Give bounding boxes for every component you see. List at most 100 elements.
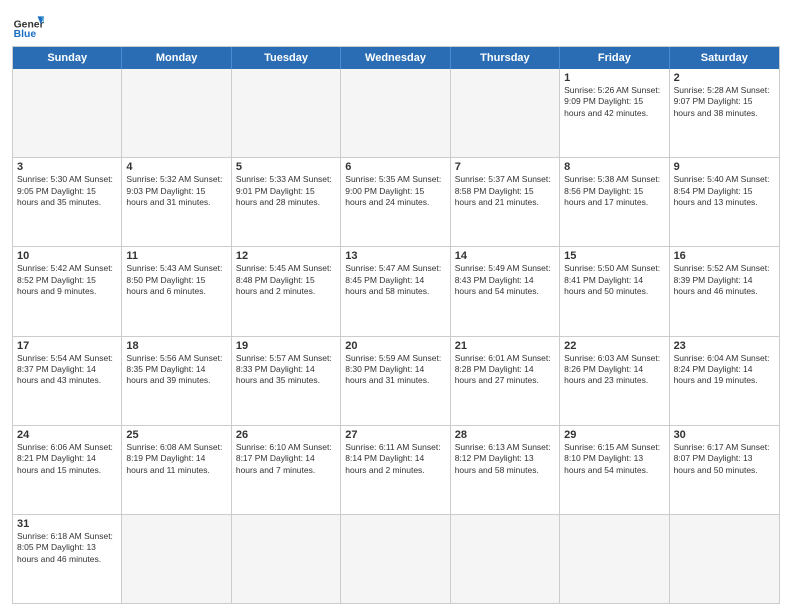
calendar-cell: 15Sunrise: 5:50 AM Sunset: 8:41 PM Dayli… bbox=[560, 247, 669, 335]
day-number: 1 bbox=[564, 72, 664, 84]
day-info: Sunrise: 6:18 AM Sunset: 8:05 PM Dayligh… bbox=[17, 531, 117, 565]
calendar-row-0: 1Sunrise: 5:26 AM Sunset: 9:09 PM Daylig… bbox=[13, 69, 779, 157]
day-number: 15 bbox=[564, 250, 664, 262]
calendar-row-1: 3Sunrise: 5:30 AM Sunset: 9:05 PM Daylig… bbox=[13, 157, 779, 246]
day-number: 11 bbox=[126, 250, 226, 262]
header-cell-tuesday: Tuesday bbox=[232, 47, 341, 69]
day-number: 3 bbox=[17, 161, 117, 173]
calendar-cell bbox=[451, 69, 560, 157]
page: General Blue SundayMondayTuesdayWednesda… bbox=[0, 0, 792, 612]
day-number: 5 bbox=[236, 161, 336, 173]
calendar-cell: 8Sunrise: 5:38 AM Sunset: 8:56 PM Daylig… bbox=[560, 158, 669, 246]
day-info: Sunrise: 6:04 AM Sunset: 8:24 PM Dayligh… bbox=[674, 353, 775, 387]
calendar-cell bbox=[232, 515, 341, 603]
day-info: Sunrise: 6:10 AM Sunset: 8:17 PM Dayligh… bbox=[236, 442, 336, 476]
header: General Blue bbox=[12, 10, 780, 42]
day-info: Sunrise: 5:56 AM Sunset: 8:35 PM Dayligh… bbox=[126, 353, 226, 387]
day-info: Sunrise: 5:54 AM Sunset: 8:37 PM Dayligh… bbox=[17, 353, 117, 387]
calendar-cell: 7Sunrise: 5:37 AM Sunset: 8:58 PM Daylig… bbox=[451, 158, 560, 246]
calendar-cell: 31Sunrise: 6:18 AM Sunset: 8:05 PM Dayli… bbox=[13, 515, 122, 603]
calendar-row-3: 17Sunrise: 5:54 AM Sunset: 8:37 PM Dayli… bbox=[13, 336, 779, 425]
day-number: 8 bbox=[564, 161, 664, 173]
calendar-row-4: 24Sunrise: 6:06 AM Sunset: 8:21 PM Dayli… bbox=[13, 425, 779, 514]
day-info: Sunrise: 5:30 AM Sunset: 9:05 PM Dayligh… bbox=[17, 174, 117, 208]
day-info: Sunrise: 5:50 AM Sunset: 8:41 PM Dayligh… bbox=[564, 263, 664, 297]
day-number: 6 bbox=[345, 161, 445, 173]
day-number: 28 bbox=[455, 429, 555, 441]
day-info: Sunrise: 5:47 AM Sunset: 8:45 PM Dayligh… bbox=[345, 263, 445, 297]
calendar-cell: 29Sunrise: 6:15 AM Sunset: 8:10 PM Dayli… bbox=[560, 426, 669, 514]
day-number: 19 bbox=[236, 340, 336, 352]
logo: General Blue bbox=[12, 10, 48, 42]
calendar-cell: 27Sunrise: 6:11 AM Sunset: 8:14 PM Dayli… bbox=[341, 426, 450, 514]
day-number: 24 bbox=[17, 429, 117, 441]
calendar-cell: 25Sunrise: 6:08 AM Sunset: 8:19 PM Dayli… bbox=[122, 426, 231, 514]
calendar-cell: 14Sunrise: 5:49 AM Sunset: 8:43 PM Dayli… bbox=[451, 247, 560, 335]
day-number: 18 bbox=[126, 340, 226, 352]
day-number: 30 bbox=[674, 429, 775, 441]
calendar-cell bbox=[122, 69, 231, 157]
day-info: Sunrise: 5:38 AM Sunset: 8:56 PM Dayligh… bbox=[564, 174, 664, 208]
day-info: Sunrise: 5:42 AM Sunset: 8:52 PM Dayligh… bbox=[17, 263, 117, 297]
header-cell-saturday: Saturday bbox=[670, 47, 779, 69]
day-info: Sunrise: 5:49 AM Sunset: 8:43 PM Dayligh… bbox=[455, 263, 555, 297]
day-number: 17 bbox=[17, 340, 117, 352]
calendar: SundayMondayTuesdayWednesdayThursdayFrid… bbox=[12, 46, 780, 604]
day-info: Sunrise: 6:03 AM Sunset: 8:26 PM Dayligh… bbox=[564, 353, 664, 387]
calendar-cell: 5Sunrise: 5:33 AM Sunset: 9:01 PM Daylig… bbox=[232, 158, 341, 246]
day-number: 27 bbox=[345, 429, 445, 441]
day-number: 23 bbox=[674, 340, 775, 352]
calendar-cell: 2Sunrise: 5:28 AM Sunset: 9:07 PM Daylig… bbox=[670, 69, 779, 157]
calendar-cell: 12Sunrise: 5:45 AM Sunset: 8:48 PM Dayli… bbox=[232, 247, 341, 335]
day-info: Sunrise: 5:52 AM Sunset: 8:39 PM Dayligh… bbox=[674, 263, 775, 297]
calendar-cell: 13Sunrise: 5:47 AM Sunset: 8:45 PM Dayli… bbox=[341, 247, 450, 335]
calendar-cell: 3Sunrise: 5:30 AM Sunset: 9:05 PM Daylig… bbox=[13, 158, 122, 246]
calendar-cell: 16Sunrise: 5:52 AM Sunset: 8:39 PM Dayli… bbox=[670, 247, 779, 335]
day-info: Sunrise: 6:15 AM Sunset: 8:10 PM Dayligh… bbox=[564, 442, 664, 476]
day-info: Sunrise: 5:37 AM Sunset: 8:58 PM Dayligh… bbox=[455, 174, 555, 208]
day-info: Sunrise: 6:06 AM Sunset: 8:21 PM Dayligh… bbox=[17, 442, 117, 476]
day-number: 22 bbox=[564, 340, 664, 352]
svg-text:Blue: Blue bbox=[14, 29, 37, 40]
calendar-cell: 17Sunrise: 5:54 AM Sunset: 8:37 PM Dayli… bbox=[13, 337, 122, 425]
calendar-header-row: SundayMondayTuesdayWednesdayThursdayFrid… bbox=[13, 47, 779, 69]
calendar-cell bbox=[232, 69, 341, 157]
day-info: Sunrise: 6:11 AM Sunset: 8:14 PM Dayligh… bbox=[345, 442, 445, 476]
day-info: Sunrise: 5:59 AM Sunset: 8:30 PM Dayligh… bbox=[345, 353, 445, 387]
calendar-cell: 21Sunrise: 6:01 AM Sunset: 8:28 PM Dayli… bbox=[451, 337, 560, 425]
calendar-cell bbox=[341, 69, 450, 157]
day-info: Sunrise: 5:32 AM Sunset: 9:03 PM Dayligh… bbox=[126, 174, 226, 208]
day-number: 25 bbox=[126, 429, 226, 441]
calendar-cell: 30Sunrise: 6:17 AM Sunset: 8:07 PM Dayli… bbox=[670, 426, 779, 514]
calendar-cell: 24Sunrise: 6:06 AM Sunset: 8:21 PM Dayli… bbox=[13, 426, 122, 514]
day-info: Sunrise: 5:43 AM Sunset: 8:50 PM Dayligh… bbox=[126, 263, 226, 297]
day-number: 7 bbox=[455, 161, 555, 173]
calendar-cell: 19Sunrise: 5:57 AM Sunset: 8:33 PM Dayli… bbox=[232, 337, 341, 425]
calendar-cell: 1Sunrise: 5:26 AM Sunset: 9:09 PM Daylig… bbox=[560, 69, 669, 157]
day-info: Sunrise: 6:13 AM Sunset: 8:12 PM Dayligh… bbox=[455, 442, 555, 476]
calendar-cell: 6Sunrise: 5:35 AM Sunset: 9:00 PM Daylig… bbox=[341, 158, 450, 246]
day-info: Sunrise: 6:08 AM Sunset: 8:19 PM Dayligh… bbox=[126, 442, 226, 476]
calendar-cell: 10Sunrise: 5:42 AM Sunset: 8:52 PM Dayli… bbox=[13, 247, 122, 335]
header-cell-sunday: Sunday bbox=[13, 47, 122, 69]
calendar-cell bbox=[451, 515, 560, 603]
calendar-cell: 22Sunrise: 6:03 AM Sunset: 8:26 PM Dayli… bbox=[560, 337, 669, 425]
day-info: Sunrise: 6:01 AM Sunset: 8:28 PM Dayligh… bbox=[455, 353, 555, 387]
day-info: Sunrise: 5:28 AM Sunset: 9:07 PM Dayligh… bbox=[674, 85, 775, 119]
header-cell-friday: Friday bbox=[560, 47, 669, 69]
calendar-cell bbox=[560, 515, 669, 603]
day-info: Sunrise: 5:33 AM Sunset: 9:01 PM Dayligh… bbox=[236, 174, 336, 208]
calendar-cell: 9Sunrise: 5:40 AM Sunset: 8:54 PM Daylig… bbox=[670, 158, 779, 246]
calendar-cell: 28Sunrise: 6:13 AM Sunset: 8:12 PM Dayli… bbox=[451, 426, 560, 514]
header-cell-wednesday: Wednesday bbox=[341, 47, 450, 69]
day-number: 14 bbox=[455, 250, 555, 262]
header-cell-thursday: Thursday bbox=[451, 47, 560, 69]
day-info: Sunrise: 5:26 AM Sunset: 9:09 PM Dayligh… bbox=[564, 85, 664, 119]
calendar-cell: 26Sunrise: 6:10 AM Sunset: 8:17 PM Dayli… bbox=[232, 426, 341, 514]
calendar-cell bbox=[122, 515, 231, 603]
day-number: 31 bbox=[17, 518, 117, 530]
day-number: 9 bbox=[674, 161, 775, 173]
calendar-row-2: 10Sunrise: 5:42 AM Sunset: 8:52 PM Dayli… bbox=[13, 246, 779, 335]
header-cell-monday: Monday bbox=[122, 47, 231, 69]
day-info: Sunrise: 6:17 AM Sunset: 8:07 PM Dayligh… bbox=[674, 442, 775, 476]
